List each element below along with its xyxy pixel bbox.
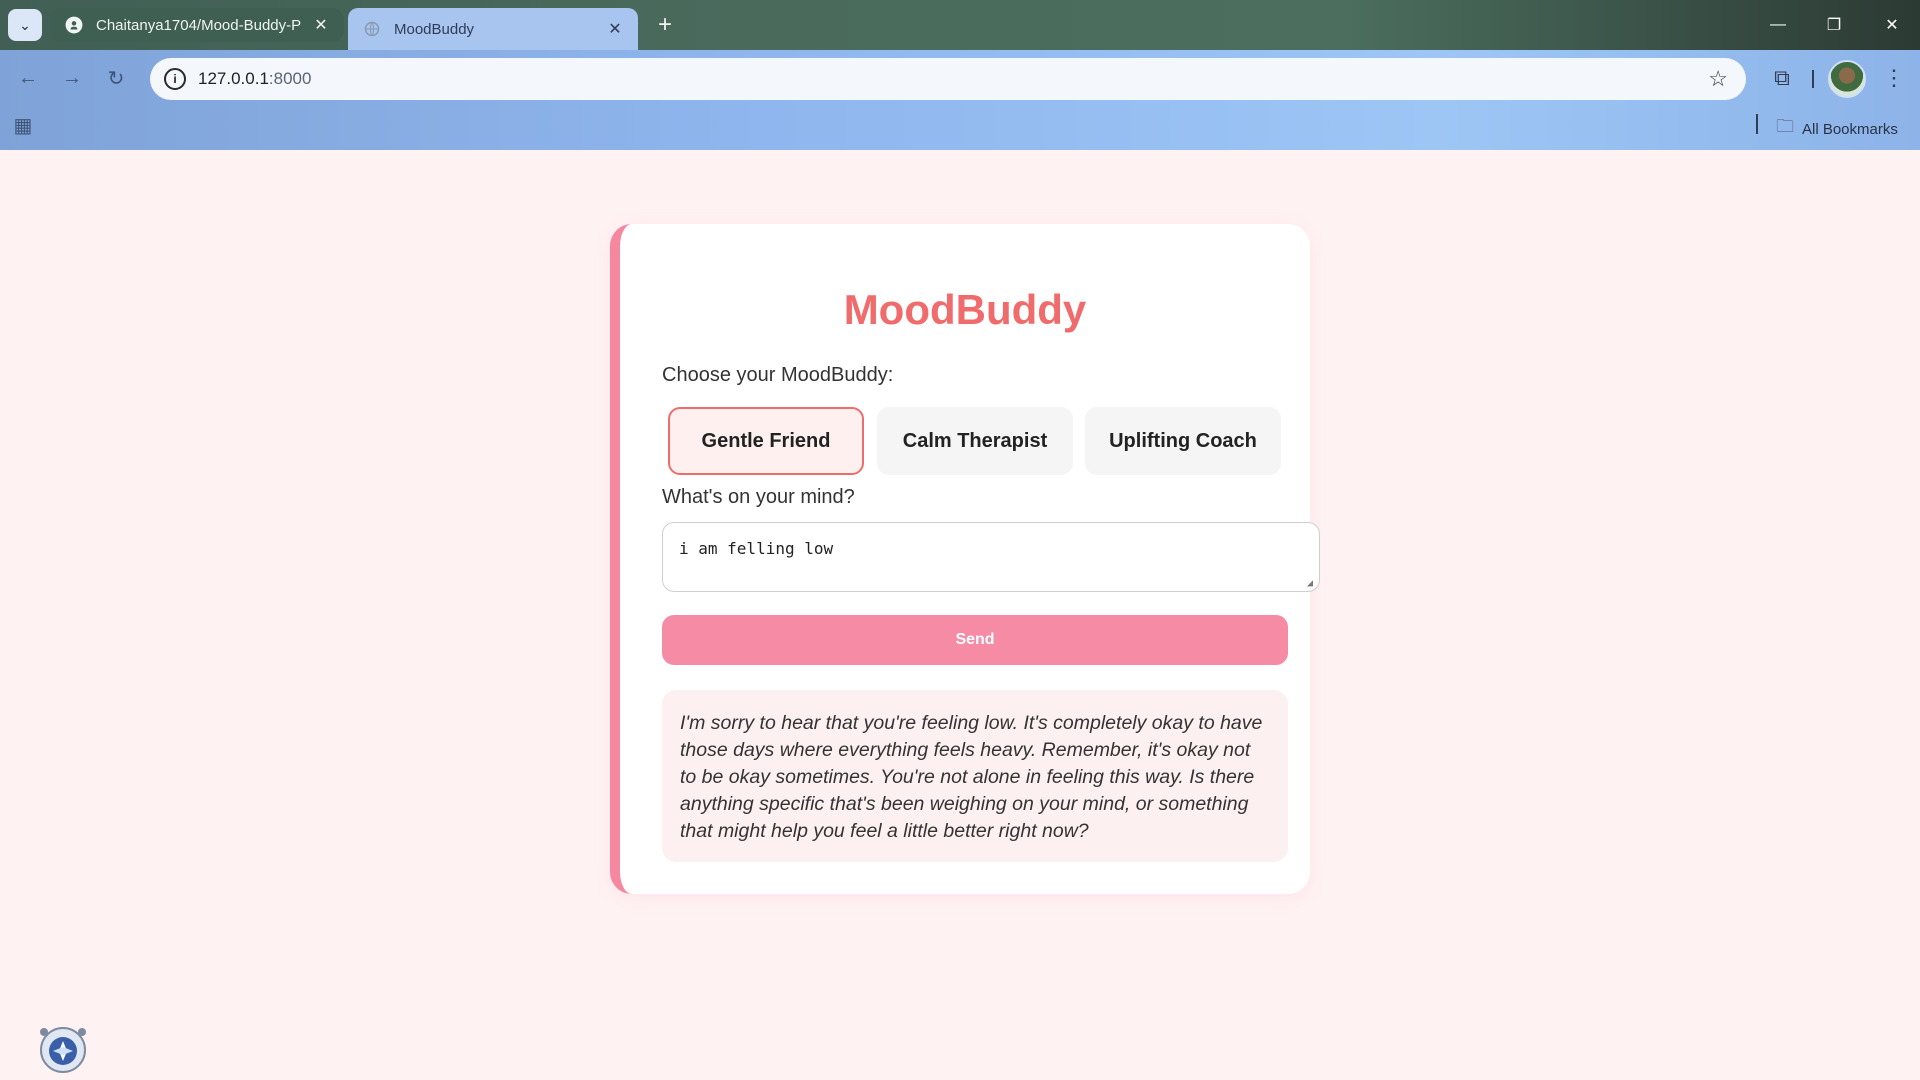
tab-title: MoodBuddy (394, 20, 475, 38)
tab-title: Chaitanya1704/Mood-Buddy-P (96, 16, 302, 34)
address-bar[interactable]: i 127.0.0.1:8000 ☆ (150, 58, 1746, 100)
message-input[interactable]: i am felling low ◢ (662, 522, 1320, 592)
assistant-bot-icon[interactable] (36, 1024, 90, 1074)
info-icon[interactable]: i (164, 68, 186, 90)
persona-calm-therapist-button[interactable]: Calm Therapist (877, 407, 1073, 475)
tab-github[interactable]: Chaitanya1704/Mood-Buddy-P ✕ (50, 8, 344, 42)
bookmarks-label: All Bookmarks (1802, 120, 1898, 138)
avatar[interactable] (1828, 60, 1866, 98)
github-icon (64, 15, 84, 35)
tab-search-button[interactable]: ⌄ (8, 9, 42, 41)
persona-uplifting-coach-button[interactable]: Uplifting Coach (1085, 407, 1281, 475)
bookmarks-divider (1756, 114, 1758, 134)
restore-icon[interactable]: ❐ (1806, 0, 1862, 50)
resize-handle-icon[interactable]: ◢ (1307, 579, 1317, 589)
reload-icon[interactable]: ↻ (100, 62, 132, 94)
moodbuddy-card: MoodBuddy Choose your MoodBuddy: Gentle … (610, 224, 1320, 894)
window-close-icon[interactable]: ✕ (1864, 0, 1920, 50)
apps-grid-icon[interactable]: ▦ (12, 114, 34, 137)
choose-buddy-label: Choose your MoodBuddy: (662, 364, 894, 386)
browser-chrome: ⌄ Chaitanya1704/Mood-Buddy-P ✕ MoodBuddy… (0, 0, 1920, 150)
new-tab-icon[interactable]: + (650, 10, 680, 40)
back-icon[interactable]: ← (12, 62, 44, 94)
globe-icon (362, 19, 382, 39)
all-bookmarks[interactable]: 🗀 All Bookmarks (1776, 114, 1898, 144)
bookmark-star-icon[interactable]: ☆ (1708, 66, 1728, 92)
folder-icon: 🗀 (1776, 116, 1794, 136)
message-input-value: i am felling low (679, 539, 834, 558)
menu-icon[interactable]: ⋮ (1880, 62, 1908, 94)
address-port: :8000 (268, 69, 312, 88)
send-button[interactable]: Send (662, 615, 1288, 665)
tab-strip: ⌄ Chaitanya1704/Mood-Buddy-P ✕ MoodBuddy… (0, 0, 1920, 50)
page-title: MoodBuddy (843, 286, 1087, 333)
persona-gentle-friend-button[interactable]: Gentle Friend (668, 407, 864, 475)
tab-moodbuddy[interactable]: MoodBuddy ✕ (348, 8, 638, 50)
forward-icon[interactable]: → (56, 62, 88, 94)
minimize-icon[interactable]: — (1750, 0, 1806, 50)
address-host: 127.0.0.1 (198, 69, 269, 88)
close-icon[interactable]: ✕ (312, 15, 330, 35)
toolbar-divider (1812, 70, 1814, 88)
extensions-icon[interactable]: ⧉ (1766, 62, 1798, 94)
mind-label: What's on your mind? (662, 486, 855, 508)
chevron-down-icon: ⌄ (19, 16, 31, 33)
buddy-response: I'm sorry to hear that you're feeling lo… (662, 690, 1288, 862)
close-icon[interactable]: ✕ (606, 19, 624, 39)
